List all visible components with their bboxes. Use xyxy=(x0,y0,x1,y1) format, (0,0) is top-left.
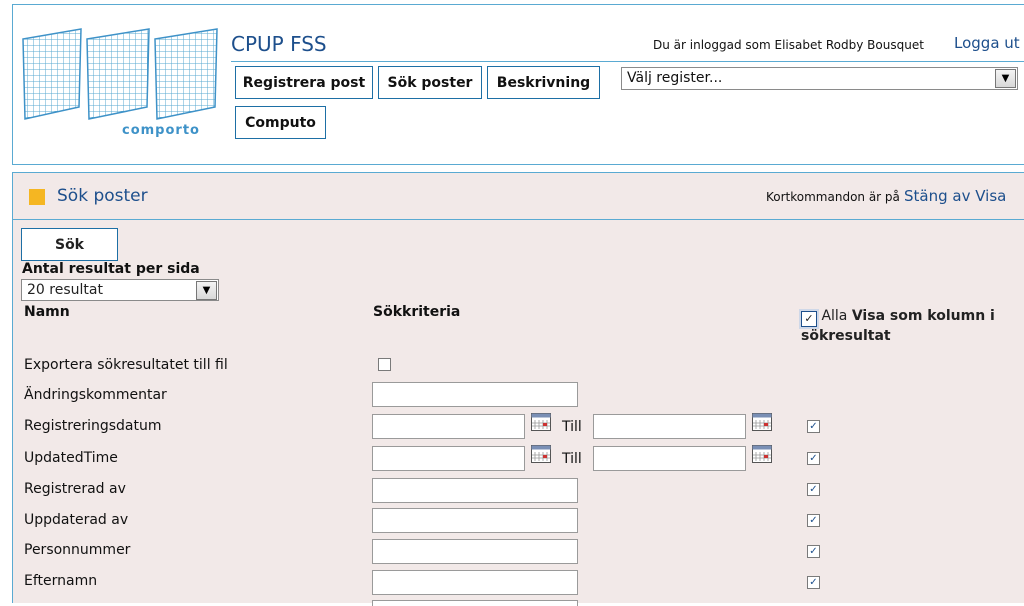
logout-link[interactable]: Logga ut xyxy=(954,34,1020,52)
computo-button[interactable]: Computo xyxy=(235,106,326,139)
row-label-personal-number: Personnummer xyxy=(24,542,131,558)
chevron-down-icon[interactable]: ▼ xyxy=(196,281,217,300)
next-row-input[interactable] xyxy=(372,600,578,606)
search-posts-button[interactable]: Sök poster xyxy=(378,66,482,99)
row-label-change-comment: Ändringskommentar xyxy=(24,387,167,403)
last-name-input[interactable] xyxy=(372,570,578,595)
show-column-checkbox-updated-time[interactable]: ✓ xyxy=(807,452,820,465)
export-checkbox[interactable] xyxy=(378,358,391,371)
calendar-icon[interactable] xyxy=(752,445,772,463)
per-page-label: Antal resultat per sida xyxy=(22,261,200,277)
registered-by-input[interactable] xyxy=(372,478,578,503)
per-page-select[interactable]: 20 resultat ▼ xyxy=(21,279,219,301)
register-select-value: Välj register... xyxy=(627,70,723,86)
shortcut-status: Kortkommandon är på xyxy=(766,190,900,204)
calendar-icon[interactable] xyxy=(531,413,551,431)
description-button[interactable]: Beskrivning xyxy=(487,66,600,99)
search-button[interactable]: Sök xyxy=(21,228,118,261)
row-label-export: Exportera sökresultatet till fil xyxy=(24,357,228,373)
register-select[interactable]: Välj register... ▼ xyxy=(621,67,1018,90)
show-column-checkbox-personal-number[interactable]: ✓ xyxy=(807,545,820,558)
logo-text: comporto xyxy=(122,123,200,138)
till-label: Till xyxy=(562,419,582,435)
section-marker-icon xyxy=(29,189,45,205)
register-post-button[interactable]: Registrera post xyxy=(235,66,373,99)
change-comment-input[interactable] xyxy=(372,382,578,407)
app-title: CPUP FSS xyxy=(231,32,327,56)
row-label-last-name: Efternamn xyxy=(24,573,98,589)
row-label-updated-time: UpdatedTime xyxy=(24,450,118,466)
calendar-icon[interactable] xyxy=(531,445,551,463)
search-panel: Sök poster Kortkommandon är på Stäng av … xyxy=(12,172,1024,606)
registration-date-to-input[interactable] xyxy=(593,414,746,439)
chevron-down-icon[interactable]: ▼ xyxy=(995,69,1016,88)
section-header: Sök poster Kortkommandon är på Stäng av … xyxy=(13,173,1024,220)
calendar-icon[interactable] xyxy=(752,413,772,431)
select-all-checkbox[interactable]: ✓ xyxy=(801,311,817,327)
show-column-checkbox-last-name[interactable]: ✓ xyxy=(807,576,820,589)
section-title: Sök poster xyxy=(57,186,148,206)
title-divider xyxy=(231,61,1024,62)
column-header-name: Namn xyxy=(24,304,70,320)
per-page-value: 20 resultat xyxy=(27,282,103,298)
show-column-header: ✓ Alla Visa som kolumn i sökresultat xyxy=(801,307,1024,346)
row-label-updated-by: Uppdaterad av xyxy=(24,512,129,528)
show-column-checkbox-registered-by[interactable]: ✓ xyxy=(807,483,820,496)
updated-time-to-input[interactable] xyxy=(593,446,746,471)
show-column-checkbox-updated-by[interactable]: ✓ xyxy=(807,514,820,527)
updated-time-from-input[interactable] xyxy=(372,446,525,471)
row-label-registered-by: Registrerad av xyxy=(24,481,126,497)
personal-number-input[interactable] xyxy=(372,539,578,564)
till-label: Till xyxy=(562,451,582,467)
select-all-label: Alla xyxy=(821,308,848,324)
shortcut-toggle-links[interactable]: Stäng av Visa xyxy=(904,187,1006,205)
login-info: Du är inloggad som Elisabet Rodby Bousqu… xyxy=(653,38,924,52)
registration-date-from-input[interactable] xyxy=(372,414,525,439)
header-panel: comporto CPUP FSS Du är inloggad som Eli… xyxy=(12,4,1024,165)
column-header-criteria: Sökkriteria xyxy=(373,304,461,320)
updated-by-input[interactable] xyxy=(372,508,578,533)
row-label-registration-date: Registreringsdatum xyxy=(24,418,162,434)
show-column-checkbox-registration-date[interactable]: ✓ xyxy=(807,420,820,433)
